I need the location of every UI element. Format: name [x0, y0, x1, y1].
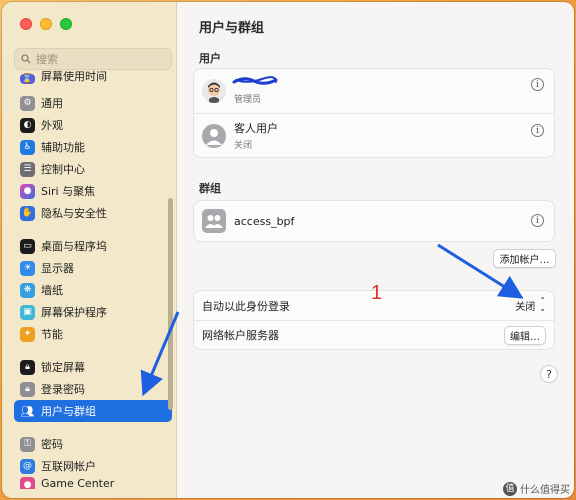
watermark-logo-icon: 值 [503, 481, 517, 496]
annotation-arrow-1 [140, 243, 524, 397]
watermark: 值 什么值得买 [503, 481, 570, 496]
